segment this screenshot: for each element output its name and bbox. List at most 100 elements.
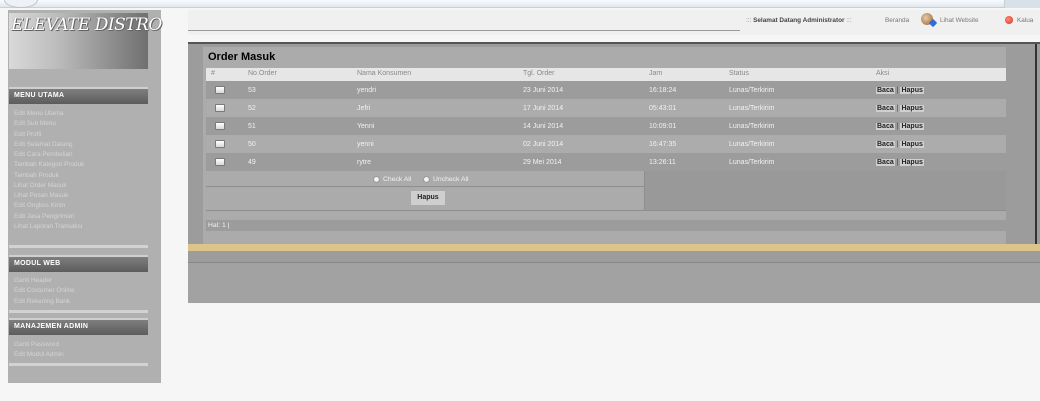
lihat-website-link[interactable]: Lihat Website — [940, 17, 979, 24]
top-bar — [188, 10, 1040, 35]
cell-status: Lunas/Terkirim — [729, 141, 775, 148]
website-globe-icon — [921, 13, 933, 25]
sidebar-item-edit-modul-admin[interactable]: Edit Modul Admin — [9, 350, 148, 360]
sidebar-item-edit-menu-utama[interactable]: Edit Menu Utama — [9, 109, 148, 119]
cell-status: Lunas/Terkirim — [729, 87, 775, 94]
column-header-tgl-order: Tgl. Order — [523, 70, 555, 77]
menu-header-modul-web: MODUL WEB — [9, 255, 148, 272]
welcome-suffix: ::: — [846, 17, 852, 24]
sidebar-divider — [9, 245, 148, 248]
panel-footer-accent — [188, 244, 1040, 251]
beranda-link[interactable]: Beranda — [885, 17, 909, 24]
sidebar-item-lihat-pesan-masuk[interactable]: Lihat Pesan Masuk — [9, 191, 148, 201]
cell-jam: 13:26:11 — [649, 159, 676, 166]
sidebar-item-edit-selamat-datang[interactable]: Edit Selamat Datang — [9, 140, 148, 150]
cell-nama-konsumen: yendri — [357, 87, 377, 94]
cell-tgl-order: 14 Juni 2014 — [523, 123, 564, 130]
sidebar-item-tambah-produk[interactable]: Tambah Produk — [9, 171, 148, 181]
cell-aksi: Baca | Hapus — [876, 105, 924, 112]
cell-tgl-order: 02 Juni 2014 — [523, 141, 564, 148]
column-header-number: # — [211, 70, 215, 77]
logout-icon[interactable] — [1005, 16, 1013, 24]
hapus-link[interactable]: Hapus — [900, 105, 924, 112]
cell-aksi: Baca | Hapus — [876, 159, 924, 166]
baca-link[interactable]: Baca — [876, 123, 895, 130]
baca-link[interactable]: Baca — [876, 141, 895, 148]
cell-tgl-order: 17 Juni 2014 — [523, 105, 564, 112]
check-all-radio[interactable] — [373, 176, 380, 183]
cell-nama-konsumen: rytre — [357, 159, 371, 166]
cell-nama-konsumen: Jefri — [357, 105, 371, 112]
sidebar-item-edit-profil[interactable]: Edit Profil — [9, 130, 148, 140]
sidebar-item-edit-ongkos-kirim[interactable]: Edit Ongkos Kirim — [9, 201, 148, 211]
pagination: Hal: 1 | — [208, 222, 230, 229]
cell-status: Lunas/Terkirim — [729, 159, 775, 166]
delete-selected-button[interactable]: Hapus — [411, 191, 445, 205]
sidebar-divider — [9, 363, 148, 366]
page-title: Order Masuk — [208, 51, 276, 63]
cell-nama-konsumen: yenni — [357, 141, 374, 148]
cell-tgl-order: 29 Mei 2014 — [523, 159, 562, 166]
cell-aksi: Baca | Hapus — [876, 87, 924, 94]
column-header-jam: Jam — [649, 70, 663, 77]
row-checkbox[interactable] — [215, 86, 225, 94]
welcome-text: Selamat Datang Administrator — [753, 17, 845, 24]
cell-status: Lunas/Terkirim — [729, 105, 775, 112]
panel-edge — [1035, 44, 1037, 244]
pagination-divider — [206, 210, 1006, 211]
row-checkbox[interactable] — [215, 122, 225, 130]
cell-no-order: 50 — [248, 141, 256, 148]
cell-aksi: Baca | Hapus — [876, 123, 924, 130]
cell-no-order: 53 — [248, 87, 256, 94]
action-separator: | — [896, 87, 899, 94]
top-bar-divider — [188, 30, 740, 31]
cell-jam: 10:09:01 — [649, 123, 677, 130]
footer — [188, 263, 1040, 303]
column-header-status: Status — [729, 70, 749, 77]
baca-link[interactable]: Baca — [876, 105, 895, 112]
cell-jam: 05:43:01 — [649, 105, 677, 112]
sidebar-divider — [9, 310, 148, 313]
sidebar-item-edit-cara-pembelian[interactable]: Edit Cara Pembelian — [9, 150, 148, 160]
pagination-row — [206, 220, 1006, 231]
sidebar-item-ganti-header[interactable]: Ganti Header — [9, 276, 148, 286]
browser-tab-edge — [4, 0, 38, 8]
menu-list-modul-web: Ganti Header Edit Costumer Online Edit R… — [9, 276, 148, 307]
row-checkbox[interactable] — [215, 104, 225, 112]
sidebar-item-edit-rekening-bank[interactable]: Edit Rekening Bank — [9, 297, 148, 307]
cell-jam: 16:18:24 — [649, 87, 677, 94]
cell-no-order: 51 — [248, 123, 256, 130]
browser-toolbar — [0, 0, 1040, 8]
sidebar-item-edit-costumer-online[interactable]: Edit Costumer Online — [9, 286, 148, 296]
logout-link[interactable]: Kalua — [1017, 17, 1033, 24]
sidebar-item-lihat-laporan-transaksi[interactable]: Lihat Laporan Transaksi — [9, 222, 148, 232]
sidebar-item-tambah-kategori-produk[interactable]: Tambah Kategori Produk — [9, 160, 148, 170]
browser-scroll-corner — [1004, 0, 1040, 8]
row-checkbox[interactable] — [215, 140, 225, 148]
sidebar-item-edit-jasa-pengiriman[interactable]: Edit Jasa Pengiriman — [9, 212, 148, 222]
cell-status: Lunas/Terkirim — [729, 123, 775, 130]
hapus-link[interactable]: Hapus — [900, 123, 924, 130]
action-separator: | — [896, 159, 899, 166]
baca-link[interactable]: Baca — [876, 159, 895, 166]
menu-list-manajemen-admin: Ganti Password Edit Modul Admin — [9, 340, 148, 361]
bulk-action-divider — [206, 186, 644, 187]
column-header-nama-konsumen: Nama Konsumen — [357, 70, 412, 77]
uncheck-all-radio[interactable] — [423, 176, 430, 183]
baca-link[interactable]: Baca — [876, 87, 895, 94]
row-checkbox[interactable] — [215, 158, 225, 166]
column-header-aksi: Aksi — [876, 70, 890, 77]
welcome-message: ::: Selamat Datang Administrator ::: — [746, 17, 852, 24]
logo-text: ELEVATE DISTRO — [11, 15, 162, 35]
menu-header-manajemen-admin: MANAJEMEN ADMIN — [9, 318, 148, 335]
check-all-label: Check All — [383, 176, 412, 183]
sidebar-item-ganti-password[interactable]: Ganti Password — [9, 340, 148, 350]
menu-list-menu-utama: Edit Menu Utama Edit Sub Menu Edit Profi… — [9, 109, 148, 232]
hapus-link[interactable]: Hapus — [900, 141, 924, 148]
sidebar-item-edit-sub-menu[interactable]: Edit Sub Menu — [9, 119, 148, 129]
hapus-link[interactable]: Hapus — [900, 159, 924, 166]
cell-nama-konsumen: Yenni — [357, 123, 375, 130]
sidebar-item-lihat-order-masuk[interactable]: Lihat Order Masuk — [9, 181, 148, 191]
cell-no-order: 49 — [248, 159, 256, 166]
hapus-link[interactable]: Hapus — [900, 87, 924, 94]
